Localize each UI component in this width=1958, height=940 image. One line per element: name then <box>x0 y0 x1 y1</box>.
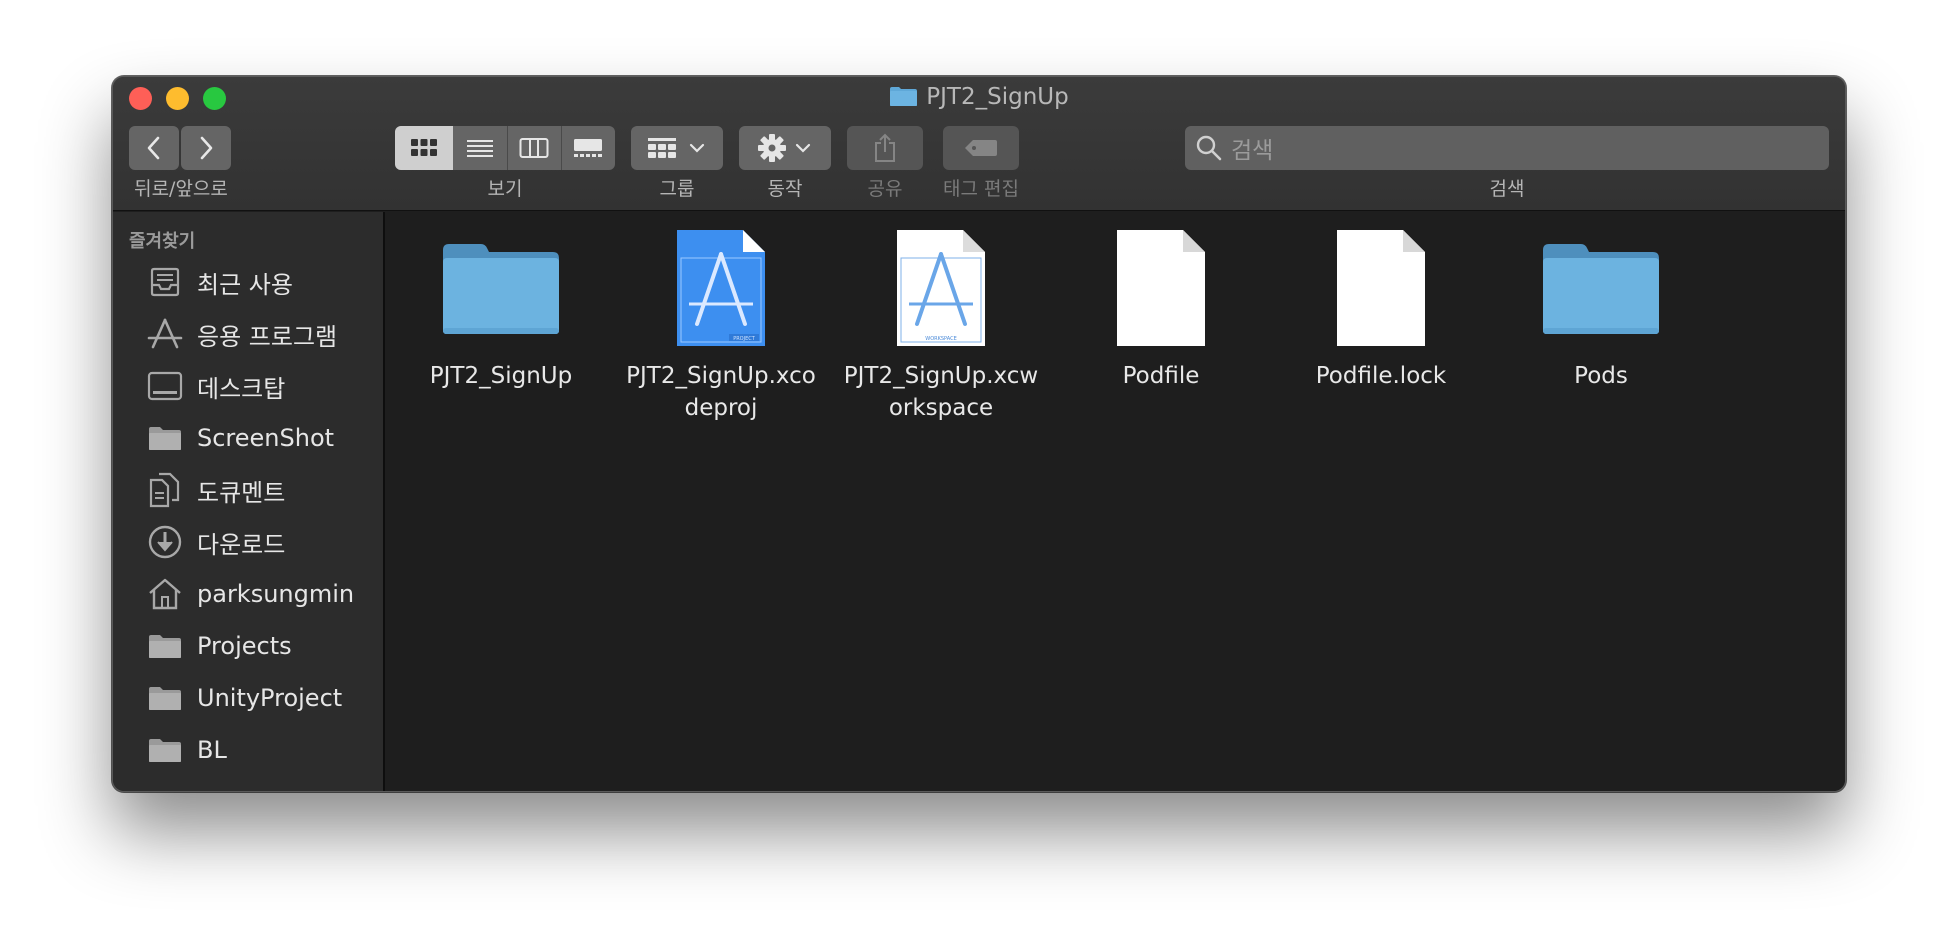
sidebar-item-label: BL <box>197 736 227 764</box>
icon-view-button[interactable] <box>395 126 453 170</box>
document-icon <box>1051 228 1271 348</box>
xcworkspace-icon: WORKSPACE <box>831 228 1051 348</box>
file-item[interactable]: Podfile <box>1051 228 1271 392</box>
share-icon <box>875 133 895 162</box>
file-name: Podfile.lock <box>1315 363 1447 389</box>
file-item[interactable]: WORKSPACE PJT2_SignUp.xcworkspace <box>831 228 1051 424</box>
folder-icon <box>890 87 918 106</box>
folder-icon <box>147 628 183 664</box>
columns-icon <box>519 138 549 158</box>
gallery-view-button[interactable] <box>561 126 615 170</box>
home-icon <box>147 576 183 612</box>
chevron-left-icon <box>147 136 160 160</box>
window-title: PJT2_SignUp <box>113 82 1845 112</box>
sidebar-item-label: 다운로드 <box>197 530 286 559</box>
sidebar-item-label: ScreenShot <box>197 424 335 452</box>
group-icon <box>648 138 676 158</box>
action-label: 동작 <box>767 178 803 200</box>
recents-icon <box>147 264 183 300</box>
column-view-button[interactable] <box>507 126 561 170</box>
edit-tags-button[interactable] <box>943 126 1019 170</box>
tag-label: 태그 편집 <box>943 178 1019 200</box>
file-name: Pods <box>1574 363 1628 389</box>
sidebar-item-documents[interactable]: 도큐멘트 <box>113 466 385 514</box>
workspace-badge: WORKSPACE <box>925 336 956 342</box>
folder-icon <box>391 228 611 348</box>
sidebar-item-bl[interactable]: BL <box>113 726 385 774</box>
sidebar-item-recents[interactable]: 최근 사용 <box>113 258 385 306</box>
file-item[interactable]: PROJECT PJT2_SignUp.xcodeproj <box>611 228 831 424</box>
search-label: 검색 <box>1489 178 1525 200</box>
sidebar-item-label: 도큐멘트 <box>197 478 286 507</box>
tag-icon <box>965 140 997 156</box>
sidebar-item-label: parksungmin <box>197 580 355 608</box>
sidebar-item-downloads[interactable]: 다운로드 <box>113 518 385 566</box>
sidebar-item-label: 응용 프로그램 <box>197 322 338 351</box>
sidebar-item-label: UnityProject <box>197 684 343 712</box>
share-button[interactable] <box>847 126 923 170</box>
sidebar-item-projects[interactable]: Projects <box>113 622 385 670</box>
sidebar-item-label: Projects <box>197 632 292 660</box>
sidebar-item-unityproject[interactable]: UnityProject <box>113 674 385 722</box>
forward-button[interactable] <box>181 126 231 170</box>
toolbar: PJT2_SignUp 뒤로/앞으로 보기 그룹 동작 공유 태그 편집 검색 … <box>113 77 1845 211</box>
folder-icon <box>147 420 183 456</box>
sidebar-header: 즐겨찾기 <box>129 231 196 252</box>
sidebar-item-screenshot[interactable]: ScreenShot <box>113 414 385 462</box>
file-item[interactable]: Podfile.lock <box>1271 228 1491 392</box>
sidebar-item-home[interactable]: parksungmin <box>113 570 385 618</box>
folder-icon <box>147 732 183 768</box>
file-name: Podfile <box>1122 363 1200 389</box>
xcodeproj-icon: PROJECT <box>611 228 831 348</box>
search-placeholder: 검색 <box>1231 138 1274 164</box>
sidebar-item-label: 최근 사용 <box>197 270 293 299</box>
chevron-down-icon <box>795 143 811 153</box>
gear-icon <box>758 134 786 162</box>
back-button[interactable] <box>129 126 179 170</box>
search-icon <box>1196 135 1222 161</box>
folder-icon <box>147 680 183 716</box>
action-button[interactable] <box>739 126 831 170</box>
file-name: PJT2_SignUp.xcodeproj <box>626 363 816 421</box>
folder-icon <box>1491 228 1711 348</box>
share-label: 공유 <box>867 178 903 200</box>
chevron-right-icon <box>200 136 213 160</box>
sidebar-item-desktop[interactable]: 데스크탑 <box>113 362 385 410</box>
search-input[interactable]: 검색 <box>1185 126 1829 170</box>
nav-label: 뒤로/앞으로 <box>134 178 228 200</box>
group-label: 그룹 <box>659 178 695 200</box>
file-item[interactable]: Pods <box>1491 228 1711 392</box>
downloads-icon <box>147 524 183 560</box>
view-segmented-control[interactable] <box>395 126 615 170</box>
list-view-button[interactable] <box>453 126 507 170</box>
chevron-down-icon <box>689 143 705 153</box>
finder-window: PJT2_SignUp 뒤로/앞으로 보기 그룹 동작 공유 태그 편집 검색 … <box>112 76 1846 792</box>
file-name: PJT2_SignUp <box>429 363 573 389</box>
project-badge: PROJECT <box>733 336 756 342</box>
file-browser: PJT2_SignUp PROJECT PJT2_SignUp.xcodepro… <box>387 212 1845 791</box>
view-label: 보기 <box>487 178 523 200</box>
sidebar-item-applications[interactable]: 응용 프로그램 <box>113 310 385 358</box>
gallery-icon <box>574 139 602 157</box>
grid-icon <box>411 139 437 156</box>
desktop-icon <box>147 368 183 404</box>
documents-icon <box>147 472 183 508</box>
group-button[interactable] <box>631 126 723 170</box>
document-icon <box>1271 228 1491 348</box>
file-item[interactable]: PJT2_SignUp <box>391 228 611 392</box>
file-name: PJT2_SignUp.xcworkspace <box>843 363 1039 421</box>
sidebar-item-label: 데스크탑 <box>197 374 286 403</box>
list-icon <box>467 140 493 157</box>
applications-icon <box>147 316 183 352</box>
window-title-text: PJT2_SignUp <box>926 84 1069 110</box>
sidebar: 즐겨찾기 최근 사용 응용 프로그램 데스크탑 ScreenShot 도큐멘트 … <box>113 212 385 791</box>
